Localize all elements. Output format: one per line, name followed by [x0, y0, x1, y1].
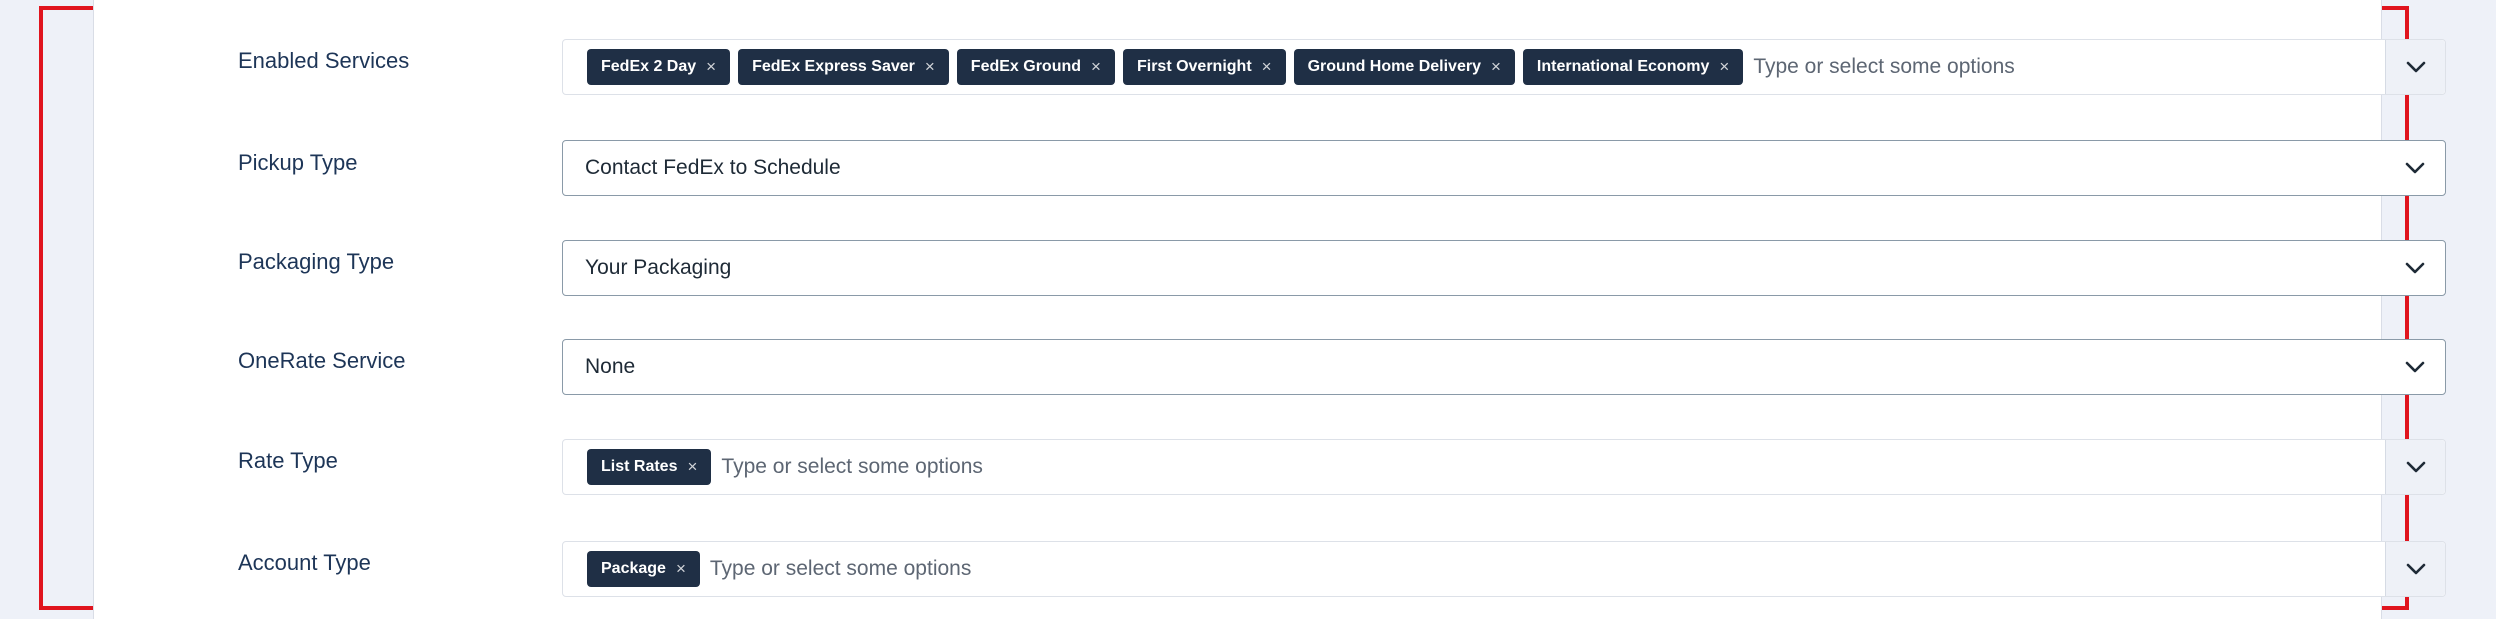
- pickup-type-select[interactable]: Contact FedEx to Schedule: [562, 140, 2446, 196]
- chip-remove-icon[interactable]: ×: [1262, 57, 1272, 77]
- chip-fedex-ground: FedEx Ground ×: [956, 49, 1115, 85]
- chip-international-economy: International Economy ×: [1522, 49, 1744, 85]
- chevron-down-icon[interactable]: [2385, 440, 2445, 494]
- chip-remove-icon[interactable]: ×: [1719, 57, 1729, 77]
- chip-fedex-2-day: FedEx 2 Day ×: [587, 49, 731, 85]
- enabled-services-multiselect[interactable]: FedEx 2 Day × FedEx Express Saver × FedEx …: [562, 39, 2446, 95]
- onerate-service-label: OneRate Service: [238, 348, 406, 373]
- account-type-label: Account Type: [238, 550, 371, 575]
- rate-type-multiselect[interactable]: List Rates × Type or select some options: [562, 439, 2446, 495]
- chip-label: FedEx Ground: [970, 58, 1082, 75]
- rate-type-label: Rate Type: [238, 448, 338, 473]
- chevron-down-icon[interactable]: [2385, 542, 2445, 596]
- packaging-type-select[interactable]: Your Packaging: [562, 240, 2446, 296]
- chevron-down-icon[interactable]: [2385, 241, 2445, 295]
- pickup-type-value: Contact FedEx to Schedule: [585, 156, 841, 179]
- chevron-down-icon[interactable]: [2385, 141, 2445, 195]
- account-type-search-input[interactable]: Type or select some options: [710, 557, 971, 581]
- settings-panel: Enabled Services FedEx 2 Day × FedEx Expr…: [93, 0, 2446, 619]
- chip-remove-icon[interactable]: ×: [925, 57, 935, 77]
- chip-package: Package ×: [587, 551, 700, 587]
- chip-label: FedEx Express Saver: [752, 58, 915, 75]
- chip-remove-icon[interactable]: ×: [706, 57, 716, 77]
- packaging-type-value: Your Packaging: [585, 256, 732, 279]
- packaging-type-label: Packaging Type: [238, 249, 395, 274]
- chip-fedex-express-saver: FedEx Express Saver ×: [738, 49, 949, 85]
- chip-ground-home-delivery: Ground Home Delivery ×: [1293, 49, 1515, 85]
- chip-first-overnight: First Overnight ×: [1122, 49, 1286, 85]
- chevron-down-icon[interactable]: [2385, 40, 2445, 94]
- chip-list-rates: List Rates ×: [587, 449, 712, 485]
- chip-label: Package: [601, 560, 666, 577]
- enabled-services-label: Enabled Services: [238, 48, 410, 73]
- chip-label: Ground Home Delivery: [1307, 58, 1481, 75]
- chip-label: International Economy: [1536, 58, 1710, 75]
- enabled-services-search-input[interactable]: Type or select some options: [1753, 55, 2014, 79]
- chevron-down-icon[interactable]: [2385, 340, 2445, 394]
- account-type-multiselect[interactable]: Package × Type or select some options: [562, 541, 2446, 597]
- chip-remove-icon[interactable]: ×: [687, 457, 697, 477]
- rate-type-search-input[interactable]: Type or select some options: [721, 455, 982, 479]
- pickup-type-label: Pickup Type: [238, 150, 358, 175]
- chip-remove-icon[interactable]: ×: [676, 559, 686, 579]
- chip-label: List Rates: [601, 458, 678, 475]
- onerate-service-select[interactable]: None: [562, 339, 2446, 395]
- chip-label: First Overnight: [1136, 58, 1252, 75]
- chip-label: FedEx 2 Day: [601, 58, 697, 75]
- chip-remove-icon[interactable]: ×: [1491, 57, 1501, 77]
- onerate-service-value: None: [585, 355, 636, 378]
- chip-remove-icon[interactable]: ×: [1091, 57, 1101, 77]
